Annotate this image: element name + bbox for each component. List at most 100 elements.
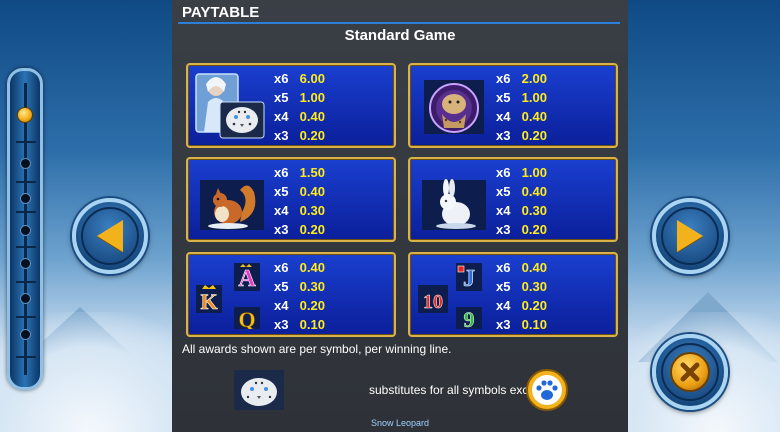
pay-list: x6 2.00 x5 1.00 x4 0.40 x3 0.20 bbox=[496, 69, 547, 145]
close-button[interactable] bbox=[652, 334, 728, 410]
page-scroll-bar[interactable] bbox=[7, 68, 43, 390]
royals-a-k-q-icon: A K Q bbox=[194, 261, 266, 332]
pay-row: x3 0.20 bbox=[274, 126, 325, 145]
pay-row: x3 0.20 bbox=[496, 220, 547, 239]
paytable-card: x6 1.50 x5 0.40 x4 0.30 x3 0.20 bbox=[186, 157, 396, 242]
pay-row: x5 1.00 bbox=[496, 88, 547, 107]
pay-value: 0.10 bbox=[299, 317, 325, 332]
pay-row: x4 0.40 bbox=[496, 107, 547, 126]
wild-symbol-label: Snow Leopard bbox=[370, 418, 430, 428]
pay-list: x6 0.40 x5 0.30 x4 0.20 x3 0.10 bbox=[274, 258, 325, 334]
close-icon bbox=[670, 352, 710, 392]
pay-value: 1.00 bbox=[299, 90, 325, 105]
pay-row: x5 0.40 bbox=[496, 182, 547, 201]
pay-multiplier: x4 bbox=[274, 298, 289, 313]
arrow-left-icon bbox=[97, 220, 123, 252]
paw-scatter-icon bbox=[522, 368, 572, 412]
page-title: PAYTABLE bbox=[182, 4, 260, 21]
pay-row: x3 0.10 bbox=[274, 315, 325, 334]
pay-row: x6 6.00 bbox=[274, 69, 325, 88]
page-dot[interactable] bbox=[20, 293, 31, 304]
scroll-knob[interactable] bbox=[17, 107, 33, 123]
pay-row: x5 1.00 bbox=[274, 88, 325, 107]
pay-value: 0.20 bbox=[299, 298, 325, 313]
pay-value: 1.00 bbox=[521, 165, 547, 180]
pay-multiplier: x3 bbox=[274, 222, 289, 237]
pay-multiplier: x5 bbox=[496, 90, 511, 105]
pay-row: x5 0.30 bbox=[496, 277, 547, 296]
pay-value: 0.30 bbox=[521, 203, 547, 218]
pay-multiplier: x6 bbox=[496, 165, 511, 180]
pay-row: x4 0.20 bbox=[274, 296, 325, 315]
pay-value: 0.20 bbox=[521, 222, 547, 237]
rabbit-icon bbox=[416, 166, 488, 234]
paytable-card: x6 1.00 x5 0.40 x4 0.30 x3 0.20 bbox=[408, 157, 618, 242]
paytable-card: x6 2.00 x5 1.00 x4 0.40 x3 0.20 bbox=[408, 63, 618, 148]
pay-value: 6.00 bbox=[299, 71, 325, 86]
svg-text:10: 10 bbox=[423, 291, 443, 313]
pay-multiplier: x4 bbox=[496, 203, 511, 218]
page-dot[interactable] bbox=[20, 225, 31, 236]
pay-value: 0.40 bbox=[521, 184, 547, 199]
pay-multiplier: x4 bbox=[274, 203, 289, 218]
pay-value: 0.30 bbox=[521, 279, 547, 294]
page-dot[interactable] bbox=[20, 158, 31, 169]
pay-row: x3 0.20 bbox=[496, 126, 547, 145]
pay-multiplier: x5 bbox=[496, 279, 511, 294]
pay-row: x6 0.40 bbox=[274, 258, 325, 277]
pay-row: x6 1.00 bbox=[496, 163, 547, 182]
pay-value: 2.00 bbox=[521, 71, 547, 86]
pay-multiplier: x5 bbox=[274, 184, 289, 199]
pay-row: x4 0.30 bbox=[274, 201, 325, 220]
arrow-right-icon bbox=[677, 220, 703, 252]
royals-j-10-9-icon: J 10 9 bbox=[416, 261, 488, 332]
pay-value: 0.20 bbox=[299, 222, 325, 237]
pay-value: 0.20 bbox=[521, 128, 547, 143]
squirrel-icon bbox=[194, 166, 266, 234]
pay-list: x6 6.00 x5 1.00 x4 0.40 x3 0.20 bbox=[274, 69, 325, 145]
snow-leopard-wild-icon bbox=[234, 370, 284, 410]
previous-page-button[interactable] bbox=[72, 198, 148, 274]
pay-multiplier: x6 bbox=[496, 71, 511, 86]
pay-multiplier: x4 bbox=[496, 298, 511, 313]
pay-multiplier: x3 bbox=[496, 128, 511, 143]
pay-row: x4 0.40 bbox=[274, 107, 325, 126]
page-dot[interactable] bbox=[20, 258, 31, 269]
pay-value: 0.10 bbox=[521, 317, 547, 332]
next-page-button[interactable] bbox=[652, 198, 728, 274]
wild-info: substitutes for all symbols except bbox=[232, 368, 582, 412]
pay-multiplier: x4 bbox=[496, 109, 511, 124]
svg-text:Q: Q bbox=[238, 307, 255, 329]
pay-value: 0.40 bbox=[521, 109, 547, 124]
pay-multiplier: x5 bbox=[274, 279, 289, 294]
pay-value: 0.30 bbox=[299, 279, 325, 294]
pay-value: 1.00 bbox=[521, 90, 547, 105]
title-divider bbox=[178, 22, 620, 24]
pay-value: 0.40 bbox=[299, 109, 325, 124]
svg-text:K: K bbox=[200, 289, 217, 314]
pay-value: 0.40 bbox=[521, 260, 547, 275]
pay-value: 0.20 bbox=[521, 298, 547, 313]
pay-multiplier: x5 bbox=[496, 184, 511, 199]
pay-multiplier: x3 bbox=[496, 317, 511, 332]
pay-multiplier: x4 bbox=[274, 109, 289, 124]
svg-text:A: A bbox=[238, 266, 256, 292]
pay-multiplier: x6 bbox=[274, 71, 289, 86]
svg-text:J: J bbox=[463, 266, 475, 292]
section-subtitle: Standard Game bbox=[344, 27, 456, 44]
pay-row: x5 0.40 bbox=[274, 182, 325, 201]
page-dot[interactable] bbox=[20, 329, 31, 340]
pay-multiplier: x6 bbox=[496, 260, 511, 275]
paytable-card: x6 6.00 x5 1.00 x4 0.40 x3 0.20 bbox=[186, 63, 396, 148]
leopard-jewel-icon bbox=[416, 72, 488, 140]
paytable-card: A K Q x6 0.40 x5 0.30 x4 0.20 x3 0.10 bbox=[186, 252, 396, 337]
pay-value: 0.30 bbox=[299, 203, 325, 218]
pay-value: 0.20 bbox=[299, 128, 325, 143]
svg-text:9: 9 bbox=[464, 307, 475, 329]
pay-row: x3 0.10 bbox=[496, 315, 547, 334]
pay-value: 1.50 bbox=[299, 165, 325, 180]
pay-row: x4 0.30 bbox=[496, 201, 547, 220]
pay-list: x6 0.40 x5 0.30 x4 0.20 x3 0.10 bbox=[496, 258, 547, 334]
pay-row: x3 0.20 bbox=[274, 220, 325, 239]
page-dot[interactable] bbox=[20, 193, 31, 204]
